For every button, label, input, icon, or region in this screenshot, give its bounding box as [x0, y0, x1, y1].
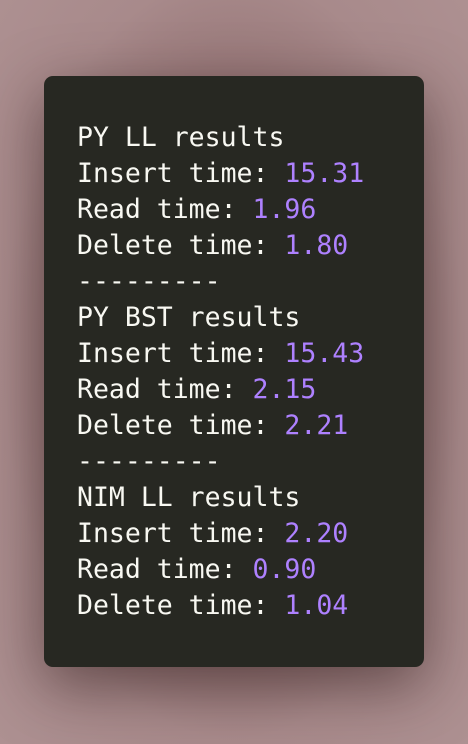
metric-value: 15.31 — [284, 158, 365, 189]
metric-label: Delete time: — [77, 410, 285, 441]
separator-line: --------- — [77, 266, 221, 297]
output-line-nim-ll-delete: Delete time: 1.04 — [77, 588, 424, 624]
section-heading-py-ll: PY LL results — [77, 122, 285, 153]
metric-label: Read time: — [77, 194, 253, 225]
metric-value: 2.21 — [284, 410, 349, 441]
metric-label: Read time: — [77, 374, 253, 405]
metric-label: Insert time: — [77, 338, 285, 369]
metric-value: 1.04 — [284, 590, 349, 621]
output-line-py-bst-insert: Insert time: 15.43 — [77, 336, 424, 372]
metric-label: Insert time: — [77, 158, 285, 189]
output-line-nim-ll-read: Read time: 0.90 — [77, 552, 424, 588]
output-line-py-ll-insert: Insert time: 15.31 — [77, 156, 424, 192]
metric-label: Insert time: — [77, 518, 285, 549]
output-line-py-ll-delete: Delete time: 1.80 — [77, 228, 424, 264]
metric-label: Delete time: — [77, 590, 285, 621]
section-heading-py-bst: PY BST results — [77, 302, 301, 333]
metric-value: 1.96 — [252, 194, 317, 225]
metric-label: Read time: — [77, 554, 253, 585]
metric-label: Delete time: — [77, 230, 285, 261]
separator-line: --------- — [77, 446, 221, 477]
metric-value: 15.43 — [284, 338, 365, 369]
output-line-py-bst-read: Read time: 2.15 — [77, 372, 424, 408]
metric-value: 0.90 — [252, 554, 317, 585]
metric-value: 2.20 — [284, 518, 349, 549]
metric-value: 1.80 — [284, 230, 349, 261]
section-heading-nim-ll: NIM LL results — [77, 482, 301, 513]
output-line-py-ll-read: Read time: 1.96 — [77, 192, 424, 228]
metric-value: 2.15 — [252, 374, 317, 405]
output-line-nim-ll-insert: Insert time: 2.20 — [77, 516, 424, 552]
terminal-output-window: PY LL results Insert time: 15.31 Read ti… — [44, 76, 424, 667]
output-line-py-bst-delete: Delete time: 2.21 — [77, 408, 424, 444]
